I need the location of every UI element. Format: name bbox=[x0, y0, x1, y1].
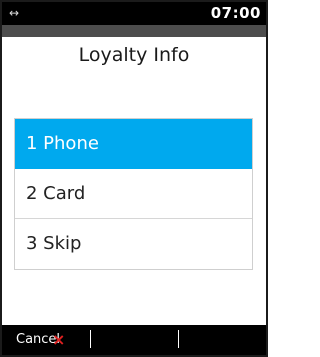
menu-item-phone[interactable]: 1 Phone bbox=[15, 119, 252, 169]
menu-item-label: 1 Phone bbox=[26, 133, 99, 154]
options-menu: 1 Phone 2 Card 3 Skip bbox=[14, 118, 253, 270]
page-title: Loyalty Info bbox=[78, 44, 190, 66]
bottom-action-bar: Cancel × bbox=[2, 325, 266, 355]
menu-item-skip[interactable]: 3 Skip bbox=[15, 219, 252, 269]
link-arrows-icon: ↔ bbox=[9, 6, 20, 20]
menu-item-card[interactable]: 2 Card bbox=[15, 169, 252, 219]
bar-divider bbox=[178, 330, 179, 348]
close-icon[interactable]: × bbox=[52, 329, 65, 351]
bar-divider bbox=[90, 330, 91, 348]
status-bar: ↔ 07:00 bbox=[2, 2, 266, 25]
header-divider-bar bbox=[2, 25, 266, 37]
menu-item-label: 3 Skip bbox=[26, 233, 82, 254]
menu-item-label: 2 Card bbox=[26, 183, 86, 204]
clock: 07:00 bbox=[210, 4, 261, 22]
